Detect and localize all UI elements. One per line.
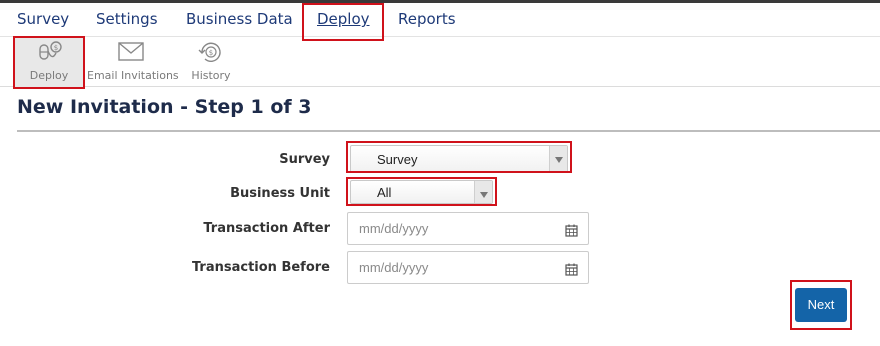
nav-survey[interactable]: Survey (17, 10, 69, 28)
transaction-after-input[interactable]: mm/dd/yyyy (347, 212, 589, 245)
title-divider (17, 130, 880, 132)
subnav-history[interactable]: $ History (186, 37, 236, 87)
transaction-before-label: Transaction Before (191, 260, 330, 275)
main-nav: Survey Settings Business Data Deploy Rep… (0, 3, 880, 37)
subnav-history-label: History (191, 69, 231, 82)
survey-label: Survey (279, 152, 330, 167)
highlight-subnav-deploy (13, 36, 85, 89)
highlight-nav-deploy (302, 3, 384, 41)
transaction-before-input[interactable]: mm/dd/yyyy (347, 251, 589, 284)
transaction-before-placeholder: mm/dd/yyyy (359, 260, 429, 275)
calendar-icon[interactable] (565, 222, 578, 241)
sub-nav: $ Deploy Email Invitations $ History (0, 37, 880, 87)
nav-reports[interactable]: Reports (398, 10, 456, 28)
svg-text:$: $ (209, 49, 213, 57)
history-icon: $ (196, 39, 226, 71)
highlight-survey-select (346, 141, 572, 173)
nav-business-data[interactable]: Business Data (186, 10, 293, 28)
subnav-email-invitations[interactable]: Email Invitations (87, 37, 179, 87)
page-title: New Invitation - Step 1 of 3 (17, 96, 312, 118)
calendar-icon[interactable] (565, 261, 578, 280)
subnav-email-invitations-label: Email Invitations (87, 69, 179, 82)
transaction-after-label: Transaction After (203, 221, 330, 236)
business-unit-label: Business Unit (230, 186, 330, 201)
highlight-next-button (790, 280, 852, 330)
nav-settings[interactable]: Settings (96, 10, 158, 28)
transaction-after-placeholder: mm/dd/yyyy (359, 221, 429, 236)
highlight-business-unit-select (346, 177, 497, 206)
envelope-icon (116, 39, 146, 71)
